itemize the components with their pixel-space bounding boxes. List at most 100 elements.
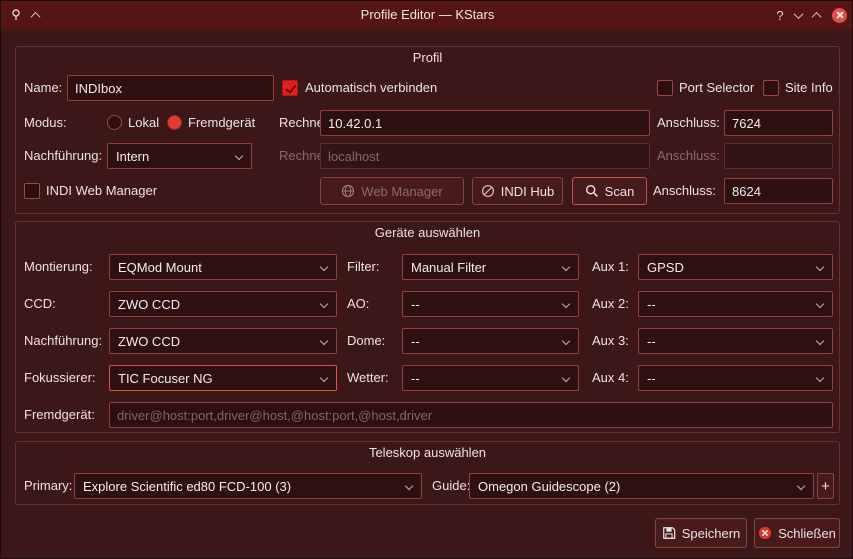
primary-label: Primary: [24, 473, 72, 499]
aux4-label: Aux 4: [592, 365, 629, 391]
chevron-down-icon [405, 482, 413, 490]
dome-dropdown[interactable]: -- [402, 328, 579, 354]
window-title: Profile Editor — KStars [1, 1, 853, 29]
guide-telescope-dropdown[interactable]: Omegon Guidescope (2) [469, 473, 814, 499]
chevron-down-icon [320, 374, 328, 382]
indi-hub-button[interactable]: INDI Hub [472, 177, 563, 205]
filter-dropdown-value: Manual Filter [411, 260, 486, 275]
chevron-down-icon [562, 374, 570, 382]
save-icon [662, 526, 676, 540]
close-window-button[interactable] [831, 7, 847, 23]
chevron-down-icon [797, 482, 805, 490]
indi-hub-button-label: INDI Hub [501, 184, 554, 199]
primary-telescope-dropdown[interactable]: Explore Scientific ed80 FCD-100 (3) [74, 473, 422, 499]
chevron-down-icon [816, 300, 824, 308]
hub-icon [481, 184, 495, 198]
chevron-up-icon[interactable] [808, 7, 824, 23]
close-button[interactable]: Schließen [754, 518, 840, 548]
lokal-radio[interactable] [107, 115, 122, 130]
search-icon [585, 184, 599, 198]
modus-label: Modus: [24, 110, 67, 136]
weather-label: Wetter: [347, 365, 389, 391]
scan-button-label: Scan [605, 184, 635, 199]
guiding-dropdown-value: Intern [116, 149, 149, 164]
chevron-down-icon[interactable] [790, 7, 806, 23]
chevron-down-icon [320, 263, 328, 271]
chevron-down-icon [562, 263, 570, 271]
anschluss-input[interactable] [724, 110, 833, 136]
site-info-label: Site Info [785, 75, 833, 101]
devices-group-title: Geräte auswählen [16, 225, 839, 240]
rechner2-input [320, 143, 650, 169]
add-telescope-button[interactable]: + [817, 473, 834, 499]
guiding-dropdown[interactable]: Intern [107, 143, 252, 169]
anschluss2-input [724, 143, 833, 169]
aux4-dropdown[interactable]: -- [638, 365, 833, 391]
weather-dropdown[interactable]: -- [402, 365, 579, 391]
filter-dropdown[interactable]: Manual Filter [402, 254, 579, 280]
indi-web-manager-checkbox[interactable] [24, 183, 40, 199]
mount-dropdown-value: EQMod Mount [118, 260, 202, 275]
chevron-down-icon [320, 300, 328, 308]
anschluss2-label: Anschluss: [657, 143, 720, 169]
web-manager-button-label: Web Manager [361, 184, 442, 199]
close-button-label: Schließen [778, 526, 836, 541]
save-button-label: Speichern [682, 526, 741, 541]
port-selector-checkbox[interactable] [657, 80, 673, 96]
auto-connect-label: Automatisch verbinden [305, 75, 437, 101]
anschluss3-input[interactable] [724, 178, 833, 204]
profil-groupbox: Profil Name: Automatisch verbinden Port … [15, 46, 840, 214]
help-icon[interactable]: ? [772, 7, 788, 23]
telescope-groupbox: Teleskop auswählen Primary: Explore Scie… [15, 441, 840, 505]
remote-drivers-input[interactable] [109, 402, 833, 428]
chevron-down-icon [816, 374, 824, 382]
weather-dropdown-value: -- [411, 371, 420, 386]
mount-label: Montierung: [24, 254, 93, 280]
dome-dropdown-value: -- [411, 334, 420, 349]
chevron-down-icon [562, 337, 570, 345]
ccd-dropdown-value: ZWO CCD [118, 297, 180, 312]
scan-button[interactable]: Scan [572, 177, 647, 205]
rechner-input[interactable] [320, 110, 650, 136]
name-input[interactable] [67, 75, 274, 101]
filter-label: Filter: [347, 254, 380, 280]
chevron-down-icon [562, 300, 570, 308]
indi-web-manager-label: INDI Web Manager [46, 178, 157, 204]
site-info-checkbox[interactable] [763, 80, 779, 96]
globe-icon [341, 184, 355, 198]
guide-telescope-value: Omegon Guidescope (2) [478, 479, 620, 494]
aux2-dropdown-value: -- [647, 297, 656, 312]
port-selector-label: Port Selector [679, 75, 754, 101]
aux2-label: Aux 2: [592, 291, 629, 317]
chevron-down-icon [816, 263, 824, 271]
ccd-dropdown[interactable]: ZWO CCD [109, 291, 337, 317]
titlebar: Profile Editor — KStars ? [1, 1, 853, 29]
focuser-dropdown[interactable]: TIC Focuser NG [109, 365, 337, 391]
chevron-down-icon [235, 152, 243, 160]
focuser-dropdown-value: TIC Focuser NG [118, 371, 213, 386]
anschluss3-label: Anschluss: [653, 178, 716, 204]
profile-editor-window: Profile Editor — KStars ? Profil Name: A… [0, 0, 853, 559]
telescope-group-title: Teleskop auswählen [16, 445, 839, 460]
anschluss-label: Anschluss: [657, 110, 720, 136]
aux1-dropdown[interactable]: GPSD [638, 254, 833, 280]
aux3-label: Aux 3: [592, 328, 629, 354]
fremdgeraet-radio[interactable] [167, 115, 182, 130]
web-manager-button: Web Manager [320, 177, 464, 205]
aux1-label: Aux 1: [592, 254, 629, 280]
remote-drivers-label: Fremdgerät: [24, 402, 95, 428]
profil-group-title: Profil [16, 50, 839, 65]
auto-connect-checkbox[interactable] [282, 80, 298, 96]
guider-dropdown-value: ZWO CCD [118, 334, 180, 349]
aux3-dropdown[interactable]: -- [638, 328, 833, 354]
primary-telescope-value: Explore Scientific ed80 FCD-100 (3) [83, 479, 291, 494]
aux4-dropdown-value: -- [647, 371, 656, 386]
guider-dropdown[interactable]: ZWO CCD [109, 328, 337, 354]
aux2-dropdown[interactable]: -- [638, 291, 833, 317]
mount-dropdown[interactable]: EQMod Mount [109, 254, 337, 280]
fremdgeraet-label: Fremdgerät [188, 110, 255, 136]
save-button[interactable]: Speichern [655, 518, 747, 548]
ao-dropdown[interactable]: -- [402, 291, 579, 317]
close-icon [832, 8, 847, 23]
ao-label: AO: [347, 291, 369, 317]
